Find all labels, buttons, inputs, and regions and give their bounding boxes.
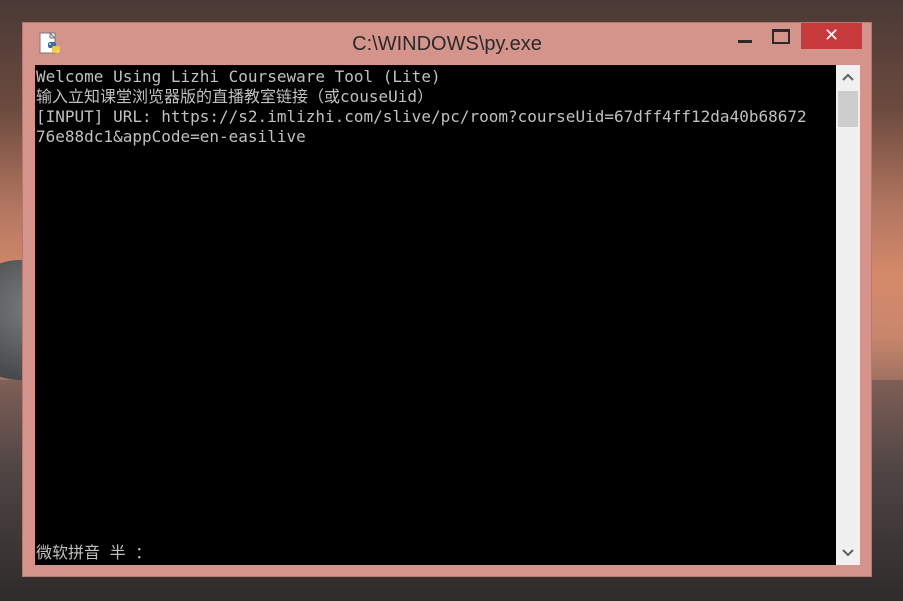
console-line: 76e88dc1&appCode=en-easilive: [36, 127, 306, 146]
scrollbar-thumb[interactable]: [838, 91, 858, 127]
ime-status-line: 微软拼音 半 ：: [36, 543, 152, 562]
close-button[interactable]: ✕: [801, 23, 862, 49]
minimize-button[interactable]: [729, 23, 761, 49]
maximize-button[interactable]: [765, 23, 797, 49]
vertical-scrollbar[interactable]: [836, 65, 860, 565]
title-bar[interactable]: C:\WINDOWS\py.exe ✕: [23, 23, 871, 65]
console-output[interactable]: Welcome Using Lizhi Courseware Tool (Lit…: [35, 65, 836, 565]
chevron-up-icon: [842, 73, 854, 81]
scroll-down-button[interactable]: [836, 541, 860, 565]
console-line: Welcome Using Lizhi Courseware Tool (Lit…: [36, 67, 441, 86]
console-line: [INPUT] URL: https://s2.imlizhi.com/sliv…: [36, 107, 807, 126]
chevron-down-icon: [842, 549, 854, 557]
console-window[interactable]: C:\WINDOWS\py.exe ✕ Welcome Using Lizhi …: [22, 22, 872, 577]
console-line: 输入立知课堂浏览器版的直播教室链接（或couseUid）: [36, 87, 434, 106]
scroll-up-button[interactable]: [836, 65, 860, 89]
desktop-background: C:\WINDOWS\py.exe ✕ Welcome Using Lizhi …: [0, 0, 903, 601]
maximize-icon: [772, 28, 790, 44]
close-icon: ✕: [823, 25, 840, 46]
minimize-icon: [738, 39, 752, 43]
